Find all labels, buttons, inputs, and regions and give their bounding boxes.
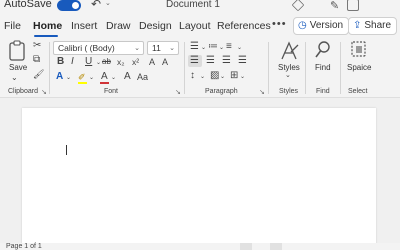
borders-dropdown-icon[interactable]: ⌄ — [240, 72, 245, 82]
bullets-icon[interactable]: ☰ — [190, 42, 199, 52]
chevron-down-icon: ⌄ — [134, 45, 140, 52]
find-button-label[interactable]: Find — [315, 63, 331, 72]
font-size-combo[interactable]: 11 ⌄ — [147, 41, 179, 55]
clipboard-launcher-icon[interactable]: ↘ — [41, 88, 47, 96]
grow-font-icon[interactable]: A — [162, 57, 168, 67]
toggle-knob — [72, 2, 79, 9]
font-size-value: 11 — [152, 43, 161, 53]
share-button[interactable]: ⇪ Share — [348, 17, 398, 35]
align-right-icon[interactable]: ☰ — [222, 56, 231, 66]
share-label: Share — [364, 20, 392, 31]
print-layout-icon[interactable] — [270, 243, 282, 250]
group-label-select: Select — [348, 88, 368, 95]
change-case-icon[interactable]: Aa — [137, 72, 148, 82]
font-name-combo[interactable]: Calibri ( (Body) ⌄ — [53, 41, 144, 55]
font-color-dropdown-icon[interactable]: ⌄ — [111, 73, 116, 83]
window-restore-icon[interactable] — [347, 0, 359, 11]
active-tab-indicator — [34, 35, 58, 37]
group-label-paragraph: Paragraph — [205, 88, 238, 95]
group-label-font: Font — [104, 88, 119, 95]
highlight-color-bar — [78, 82, 87, 84]
bullets-dropdown-icon[interactable]: ⌄ — [201, 43, 206, 53]
styles-icon[interactable] — [278, 40, 300, 62]
history-icon: ◷ — [298, 20, 307, 31]
group-label-styles: Styles — [279, 88, 299, 95]
underline-button[interactable]: U — [85, 57, 92, 67]
chevron-down-icon: ⌄ — [169, 45, 175, 52]
tab-file[interactable]: File — [4, 20, 21, 32]
version-button[interactable]: ◷ Version — [293, 17, 350, 35]
font-color-icon[interactable]: A — [101, 72, 108, 82]
clear-formatting-icon[interactable]: A — [149, 57, 155, 67]
tab-draw[interactable]: Draw — [106, 20, 131, 32]
highlight-dropdown-icon[interactable]: ⌄ — [89, 73, 94, 83]
paste-icon[interactable] — [7, 40, 27, 62]
borders-icon[interactable]: ⊞ — [230, 71, 238, 81]
title-bar: AutoSave ↶ ⌄ Document 1 ✎ — [0, 0, 400, 14]
group-divider — [268, 42, 269, 94]
shading-icon[interactable]: ▨ — [210, 71, 219, 81]
tab-insert[interactable]: Insert — [71, 20, 97, 32]
cut-icon[interactable]: ✂ — [33, 41, 41, 51]
align-left-icon[interactable]: ☰ — [190, 56, 199, 66]
superscript-button[interactable]: x² — [132, 57, 139, 67]
autosave-label: AutoSave — [4, 0, 52, 10]
align-center-icon[interactable]: ☰ — [206, 56, 215, 66]
share-icon: ⇪ — [353, 20, 362, 31]
italic-button[interactable]: I — [71, 57, 74, 67]
highlight-icon[interactable]: ✐ — [78, 72, 86, 82]
group-divider — [340, 42, 341, 94]
group-label-find: Find — [316, 88, 330, 95]
read-mode-icon[interactable] — [240, 243, 252, 250]
save-label[interactable]: Save — [9, 63, 27, 72]
text-effects-icon[interactable]: A — [56, 72, 63, 82]
tab-home[interactable]: Home — [33, 20, 62, 32]
font-color-bar — [100, 82, 109, 84]
multilevel-dropdown-icon[interactable]: ⌄ — [237, 43, 242, 53]
group-divider — [49, 42, 50, 94]
undo-icon[interactable]: ↶ — [91, 0, 101, 11]
font-launcher-icon[interactable]: ↘ — [175, 88, 181, 96]
line-spacing-dropdown-icon[interactable]: ⌄ — [200, 72, 205, 82]
strikethrough-button[interactable]: ab — [102, 57, 111, 67]
format-painter-icon[interactable]: 🖌 — [33, 69, 44, 79]
document-title[interactable]: Document 1 — [166, 0, 220, 10]
search-icon[interactable] — [314, 40, 332, 60]
numbering-icon[interactable]: ≔ — [208, 42, 218, 52]
status-bar — [0, 243, 400, 250]
tab-design[interactable]: Design — [139, 20, 172, 32]
select-icon[interactable] — [350, 40, 368, 60]
numbering-dropdown-icon[interactable]: ⌄ — [219, 43, 224, 53]
copy-icon[interactable]: ⧉ — [33, 55, 40, 65]
group-divider — [184, 42, 185, 94]
font-name-value: Calibri ( (Body) — [58, 43, 115, 53]
paste-dropdown-icon[interactable]: ⌄ — [11, 73, 18, 83]
tab-references[interactable]: References — [217, 20, 271, 32]
more-tabs-icon[interactable]: ••• — [272, 18, 287, 30]
shrink-font-icon[interactable]: A — [124, 72, 131, 82]
underline-dropdown-icon[interactable]: ⌄ — [96, 58, 101, 68]
page-count[interactable]: Page 1 of 1 — [6, 243, 42, 250]
document-page[interactable] — [22, 108, 376, 250]
tab-layout[interactable]: Layout — [179, 20, 211, 32]
text-effects-dropdown-icon[interactable]: ⌄ — [66, 73, 71, 83]
group-label-clipboard: Clipboard — [8, 88, 38, 95]
group-divider — [305, 42, 306, 94]
subscript-button[interactable]: x₂ — [117, 57, 125, 67]
line-spacing-icon[interactable]: ↕ — [190, 71, 195, 81]
multilevel-list-icon[interactable]: ≡ — [226, 42, 232, 52]
text-cursor — [66, 145, 67, 155]
paragraph-launcher-icon[interactable]: ↘ — [259, 88, 265, 96]
select-button-label[interactable]: Spaice — [347, 63, 371, 72]
styles-dropdown-icon[interactable]: ⌄ — [285, 71, 291, 81]
ribbon-tabs: File Home Insert Draw Design Layout Refe… — [0, 14, 400, 38]
autosave-toggle[interactable] — [57, 0, 81, 11]
copilot-icon[interactable] — [291, 0, 305, 12]
version-label: Version — [309, 20, 344, 31]
undo-dropdown-icon[interactable]: ⌄ — [105, 0, 111, 7]
justify-icon[interactable]: ☰ — [238, 56, 247, 66]
shading-dropdown-icon[interactable]: ⌄ — [220, 72, 225, 82]
pen-icon[interactable]: ✎ — [330, 0, 339, 12]
bold-button[interactable]: B — [57, 57, 64, 67]
